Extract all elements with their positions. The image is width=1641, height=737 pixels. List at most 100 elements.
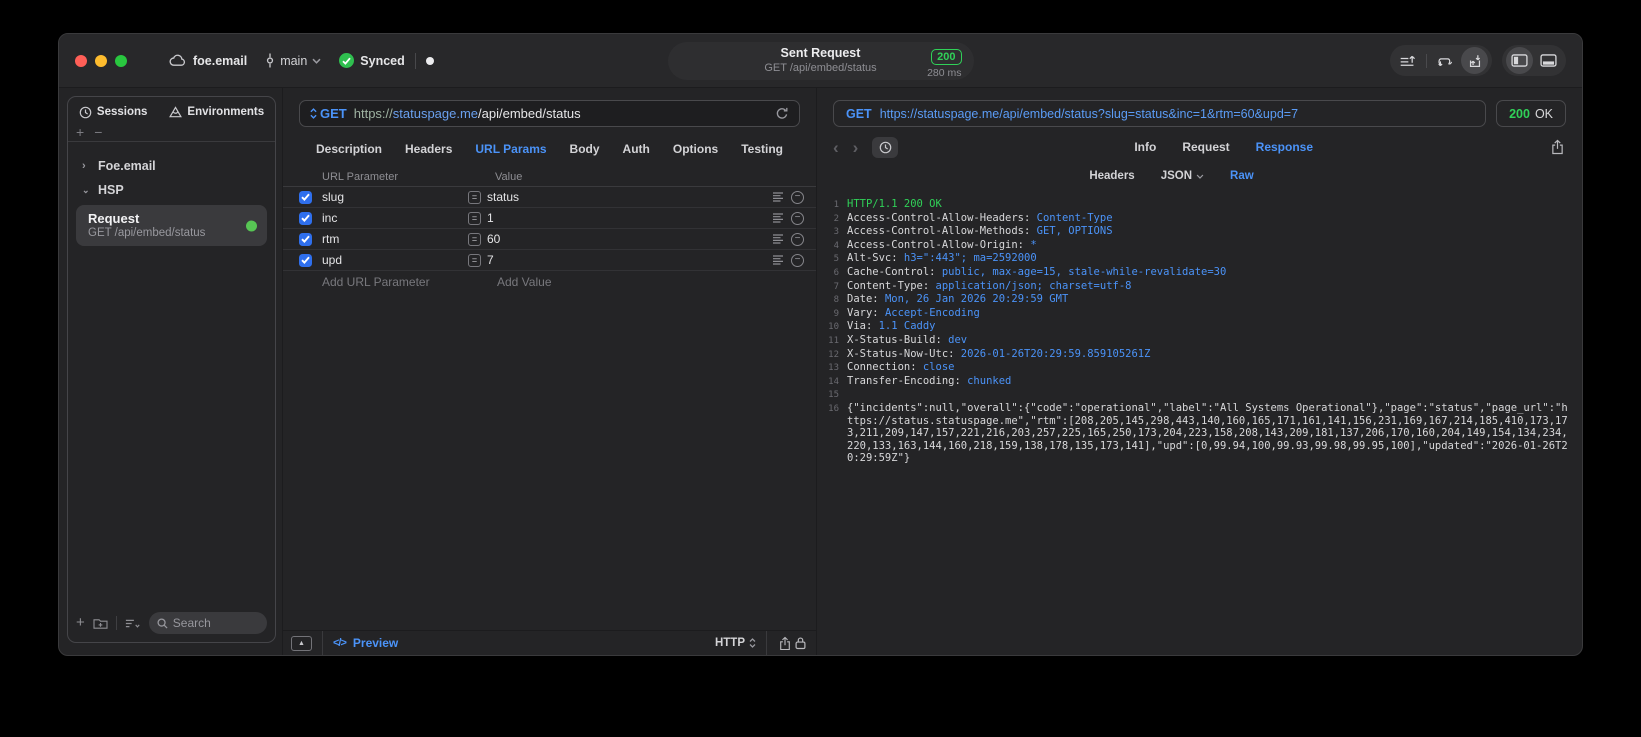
tab-request[interactable]: Request [1182,140,1229,154]
tab-testing[interactable]: Testing [741,142,783,156]
sent-request-summary[interactable]: Sent Request GET /api/embed/status 200 2… [667,42,974,80]
request-duration: 280 ms [927,67,962,79]
app-window: foe.email main Synced Sent Request GET /… [58,33,1583,656]
sync-status[interactable]: Synced [339,53,405,68]
tab-headers[interactable]: Headers [405,142,452,156]
previous-response-button[interactable]: ‹ [833,139,839,156]
add-request-button[interactable]: + [76,615,85,630]
share-icon[interactable] [779,636,791,651]
expand-panel-button[interactable]: ▲ [291,635,312,651]
param-row[interactable]: slug = status − [283,187,816,208]
tab-auth[interactable]: Auth [623,142,650,156]
param-name[interactable]: rtm [312,232,468,246]
minimize-window-button[interactable] [95,54,107,67]
remove-session-button[interactable]: − [94,125,102,139]
tab-info[interactable]: Info [1134,140,1156,154]
search-icon [157,617,168,629]
reorder-handle-icon[interactable] [772,213,784,223]
response-status-code: 200 [1509,106,1530,121]
request-url-bar[interactable]: GET https://statuspage.me/api/embed/stat… [299,100,800,127]
tab-sessions-label: Sessions [96,106,148,118]
protocol-label: HTTP [714,637,745,649]
send-queue-button[interactable] [1394,47,1421,74]
resend-icon[interactable] [775,106,789,121]
request-list-item[interactable]: Request GET /api/embed/status [76,205,267,246]
titlebar-divider [414,52,416,69]
param-value[interactable]: 7 [481,253,772,267]
param-row[interactable]: rtm = 60 − [283,229,816,250]
param-name[interactable]: upd [312,253,468,267]
tree-group-hsp[interactable]: ⌄ HSP [76,178,267,202]
add-session-button[interactable]: + [76,125,84,139]
add-param-row[interactable]: Add URL Parameter Add Value [283,271,816,292]
remove-param-icon[interactable]: − [791,211,804,225]
new-folder-icon[interactable] [93,617,108,630]
reorder-handle-icon[interactable] [772,234,784,244]
param-checkbox[interactable] [299,232,312,246]
history-clock-icon[interactable] [872,136,899,158]
reorder-handle-icon[interactable] [772,192,784,202]
preview-button[interactable]: </> Preview [333,636,398,650]
param-row[interactable]: inc = 1 − [283,208,816,229]
lock-icon[interactable] [795,636,806,650]
subtab-headers[interactable]: Headers [1089,170,1134,182]
remove-param-icon[interactable]: − [791,190,804,204]
tab-response[interactable]: Response [1256,140,1313,154]
unsaved-indicator-dot [425,56,434,65]
request-actions-group [1390,45,1492,76]
param-name[interactable]: slug [312,190,468,204]
param-name[interactable]: inc [312,211,468,225]
toggle-sidebar-button[interactable] [1506,47,1533,74]
tab-url-params[interactable]: URL Params [475,142,546,156]
param-row[interactable]: upd = 7 − [283,250,816,271]
project-switcher[interactable]: foe.email [169,54,247,68]
tab-environments[interactable]: Environments [169,105,264,119]
subtab-json[interactable]: JSON [1161,170,1204,182]
sent-request-title: Sent Request [780,46,861,61]
code-generator-button[interactable] [1432,47,1459,74]
remove-param-icon[interactable]: − [791,232,804,246]
share-icon[interactable] [1551,139,1564,155]
branch-name: main [280,53,308,68]
reorder-handle-icon[interactable] [772,255,784,265]
titlebar: foe.email main Synced Sent Request GET /… [59,34,1582,88]
add-value-placeholder[interactable]: Add Value [497,275,552,289]
request-item-subtitle: GET /api/embed/status [88,227,206,239]
footer-divider [766,630,767,655]
param-value[interactable]: status [481,190,772,204]
tab-options[interactable]: Options [673,142,718,156]
subtab-headers-label: Headers [1089,170,1135,182]
request-item-title: Request [88,211,140,226]
param-checkbox[interactable] [299,253,312,267]
param-value[interactable]: 1 [481,211,772,225]
response-url-bar[interactable]: GET https://statuspage.me/api/embed/stat… [833,100,1487,127]
subtab-raw[interactable]: Raw [1230,170,1254,182]
tab-description[interactable]: Description [316,142,382,156]
tab-sessions[interactable]: Sessions [79,106,148,119]
search-input[interactable] [172,616,259,630]
sort-filter-icon[interactable] [125,618,141,629]
param-checkbox[interactable] [299,211,312,225]
synced-check-icon [339,53,355,68]
branch-selector[interactable]: main [265,53,321,68]
param-checkbox[interactable] [299,190,312,204]
search-field[interactable] [148,612,267,634]
method-selector[interactable]: GET [310,106,347,121]
import-export-button[interactable] [1461,47,1488,74]
method-label: GET [320,106,347,121]
cloud-icon [169,54,186,67]
remove-param-icon[interactable]: − [791,253,804,267]
param-value[interactable]: 60 [481,232,772,246]
tree-group-foe-email[interactable]: › Foe.email [76,154,267,178]
response-raw-view[interactable]: 1 HTTP/1.1 200 OK 2 Access-Control-Allow-He… [817,189,1582,655]
url-scheme: https:// [353,106,393,121]
request-tabs: Description Headers URL Params Body Auth… [283,131,816,167]
close-window-button[interactable] [75,54,87,67]
footer-divider [322,630,323,655]
protocol-selector[interactable]: HTTP [715,637,756,649]
zoom-window-button[interactable] [115,54,127,67]
add-url-parameter-placeholder[interactable]: Add URL Parameter [322,275,484,289]
tab-body[interactable]: Body [570,142,600,156]
next-response-button[interactable]: › [853,139,859,156]
toggle-bottom-panel-button[interactable] [1535,47,1562,74]
